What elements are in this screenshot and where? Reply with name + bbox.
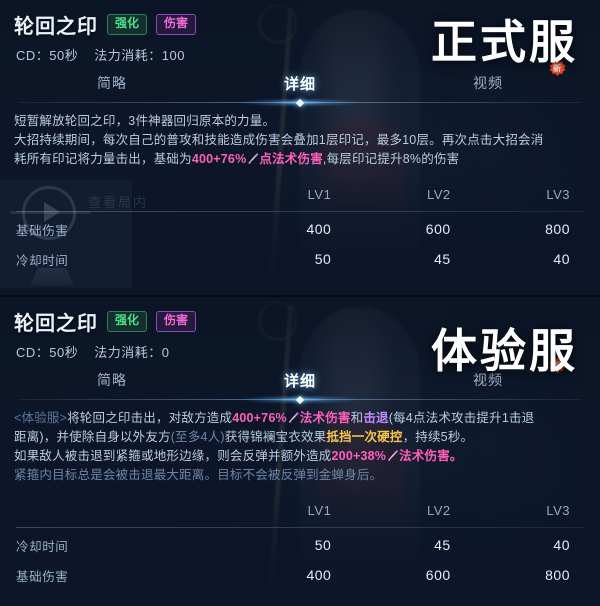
skill-tag-damage: 伤害	[156, 14, 197, 35]
skill-description: 短暂解放轮回之印，3件神器回归原本的力量。大招持续期间，每次自己的普攻和技能造成…	[0, 103, 600, 169]
table-divider	[16, 527, 584, 528]
stat-value: 45	[434, 537, 451, 553]
cooldown-text: CD：50秒	[16, 345, 79, 360]
skill-tag-buff: 强化	[107, 311, 148, 332]
stat-value: 40	[553, 537, 570, 553]
skill-panel-test: 体验服 轮回之印 强化 伤害 CD：50秒 法力消耗：0 简略 详细 视频新 <体验服>将轮回之印…	[0, 297, 600, 606]
stat-value: 40	[553, 251, 570, 267]
stat-value: 400	[306, 567, 332, 583]
tab-0[interactable]: 简略	[18, 370, 206, 391]
description-line: 耗所有印记将力量击出，基础为400+76% 点法术伤害,每层印记提升8%的伤害	[14, 150, 588, 169]
stat-value: 800	[545, 567, 570, 583]
level-header-LV3: LV3	[546, 186, 570, 202]
description-segment: 耗所有印记将力量击出，基础为	[14, 152, 192, 166]
table-row: 基础伤害 400 600 800	[16, 560, 584, 590]
tab-label: 简略	[97, 75, 127, 91]
tab-bar: 简略 详细 视频新	[18, 60, 582, 107]
skill-stat-table: . LV1 LV2 LV3 冷却时间 50 45 40 基础伤害 400 600 800	[0, 495, 600, 590]
stat-row-label: 基础伤害	[16, 569, 69, 584]
stat-row-label: 冷却时间	[16, 253, 69, 268]
level-header-LV1: LV1	[307, 502, 332, 518]
description-segment: (每4点法术攻击提升1击退	[388, 411, 535, 425]
description-line: 短暂解放轮回之印，3件神器回归原本的力量。	[14, 112, 588, 131]
description-segment: 200+38%	[331, 449, 387, 463]
level-header-LV2: LV2	[426, 186, 451, 202]
stat-value: 50	[314, 537, 332, 553]
description-segment: 将轮回之印击出，对敌方造成	[67, 411, 233, 425]
description-segment: ,每层印记提升8%的伤害	[322, 152, 460, 166]
tab-1[interactable]: 详细	[206, 370, 394, 391]
cooldown-text: CD：50秒	[16, 48, 79, 63]
description-segment: 短暂解放轮回之印，3件神器回归原本的力量。	[14, 114, 276, 128]
server-watermark-label: 体验服	[431, 325, 578, 377]
stat-value: 45	[434, 251, 451, 267]
tab-label: 简略	[97, 372, 127, 388]
description-segment: 获得锦襕宝衣效果	[224, 430, 327, 444]
level-header-LV3: LV3	[546, 502, 570, 518]
description-line: <体验服>将轮回之印击出，对敌方造成400+76% 法术伤害和击退(每4点法术攻击…	[14, 409, 588, 428]
tab-active-marker	[240, 395, 360, 404]
table-header-label: .	[16, 503, 226, 517]
stat-value: 600	[425, 221, 451, 237]
tab-label: 详细	[283, 76, 316, 93]
stat-row-label: 基础伤害	[16, 223, 69, 238]
magic-damage-sword-icon	[387, 450, 399, 461]
skill-tag-buff: 强化	[107, 14, 148, 35]
server-watermark-label: 正式服	[431, 16, 578, 68]
description-segment: ，持续5秒。	[402, 430, 474, 444]
stat-value: 50	[314, 251, 332, 267]
description-line: 距离)，并使除自身以外友方(至多4人)获得锦襕宝衣效果抵挡一次硬控，持续5秒。	[14, 428, 588, 447]
description-segment: 和	[350, 411, 364, 425]
description-segment: 抵挡一次硬控	[326, 430, 403, 444]
stat-value: 600	[425, 567, 451, 583]
description-segment: 法术伤害。	[399, 449, 463, 463]
mana-cost-text: 法力消耗：100	[94, 48, 185, 63]
ghost-hint-text: 查看局内	[88, 195, 149, 210]
skill-name: 轮回之印	[14, 313, 98, 335]
tab-0[interactable]: 简略	[18, 73, 206, 94]
description-segment: 法术伤害	[299, 411, 351, 425]
table-row: 冷却时间 50 45 40	[16, 530, 584, 560]
table-header-row: . LV1 LV2 LV3	[16, 495, 584, 525]
stat-value: 800	[545, 221, 570, 237]
tab-1[interactable]: 详细	[206, 73, 394, 94]
description-line: 如果敌人被击退到紧箍或地形边缘，则会反弹并额外造成200+38% 法术伤害。	[14, 447, 588, 466]
level-header-LV2: LV2	[426, 502, 451, 518]
skill-description: <体验服>将轮回之印击出，对敌方造成400+76% 法术伤害和击退(每4点法术攻击…	[0, 400, 600, 485]
tab-label: 详细	[283, 373, 316, 390]
tab-active-marker	[240, 98, 360, 107]
tab-2[interactable]: 视频新	[394, 60, 582, 94]
description-segment: 点法术伤害	[259, 152, 323, 166]
table-divider	[16, 211, 584, 212]
skill-comparison-screen: 正式服 查看局内 轮回之印 强化 伤害 CD：50秒 法力消耗：100 简略 详细 视频新短暂解放…	[0, 0, 600, 606]
skill-name: 轮回之印	[14, 16, 98, 38]
table-row: 基础伤害 400 600 800	[16, 214, 584, 244]
description-segment: 击退	[363, 411, 389, 425]
description-segment: 紧箍内目标总是会被击退最大距离。目标不会被反弹到金蝉身后。	[14, 468, 383, 482]
magic-damage-sword-icon	[248, 153, 259, 164]
skill-panel-official: 正式服查看局内 轮回之印 强化 伤害 CD：50秒 法力消耗：100 简略 详细 视频新短暂解放…	[0, 0, 600, 295]
description-segment: 400+76%	[232, 411, 287, 425]
stat-value: 400	[306, 221, 332, 237]
table-row: 冷却时间 50 45 40	[16, 244, 584, 274]
description-segment: 距离)，并使除自身以外友方	[14, 430, 171, 444]
description-segment: (至多4人)	[170, 430, 225, 444]
skill-tag-damage: 伤害	[156, 311, 197, 332]
magic-damage-sword-icon	[288, 412, 299, 423]
stat-row-label: 冷却时间	[16, 539, 69, 554]
description-segment: <体验服>	[14, 411, 68, 425]
level-header-LV1: LV1	[307, 186, 332, 202]
description-segment: 如果敌人被击退到紧箍或地形边缘，则会反弹并额外造成	[14, 449, 332, 463]
tab-label: 视频	[473, 75, 503, 91]
description-line: 大招持续期间，每次自己的普攻和技能造成伤害会叠加1层印记，最多10层。再次点击大…	[14, 131, 588, 150]
mana-cost-text: 法力消耗：0	[94, 345, 170, 360]
description-segment: 大招持续期间，每次自己的普攻和技能造成伤害会叠加1层印记，最多10层。再次点击大…	[14, 133, 544, 147]
description-line: 紧箍内目标总是会被击退最大距离。目标不会被反弹到金蝉身后。	[14, 466, 588, 485]
description-segment: 400+76%	[191, 152, 247, 166]
